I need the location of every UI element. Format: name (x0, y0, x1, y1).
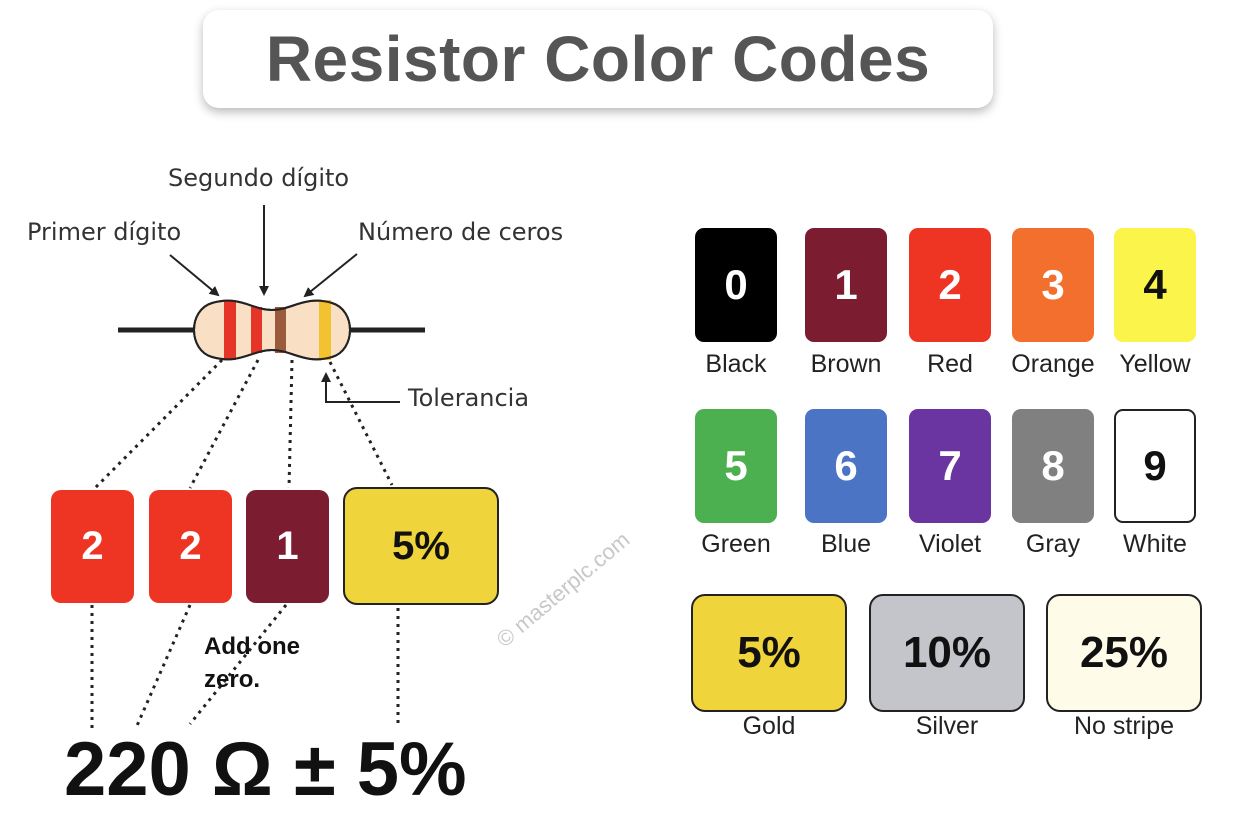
color-chip-red: 2 (909, 228, 991, 342)
arrow-first-digit (169, 254, 220, 297)
color-chip-label: Orange (1011, 350, 1095, 378)
color-chip-orange: 3 (1012, 228, 1094, 342)
label-multiplier: Número de ceros (358, 218, 564, 246)
annotation-add-zero: Add one zero. (204, 630, 300, 696)
tolerance-chip-label: Silver (915, 712, 979, 740)
example-band-box-1: 2 (51, 490, 134, 603)
example-band-box-4: 5% (343, 487, 499, 605)
arrow-multiplier (303, 253, 358, 298)
color-chip-digit: 0 (724, 261, 748, 308)
connector-band1-box (93, 358, 224, 490)
resistor-band-2 (251, 307, 262, 353)
color-chip-digit: 8 (1041, 442, 1065, 489)
color-chip-label: Violet (918, 530, 982, 558)
resistor-band-3 (275, 307, 286, 353)
color-chip-white: 9 (1114, 409, 1196, 523)
tolerance-chip-silver: 10% (869, 594, 1025, 712)
color-chip-green: 5 (695, 409, 777, 523)
color-chip-label: Green (701, 530, 771, 558)
connector-band3-box (287, 359, 294, 489)
color-chip-digit: 7 (938, 442, 962, 489)
color-chip-violet: 7 (909, 409, 991, 523)
example-band-value: 1 (276, 524, 299, 568)
color-chip-label: Black (705, 350, 767, 378)
color-chip-digit: 3 (1041, 261, 1065, 308)
tolerance-chip-value: 10% (902, 628, 992, 677)
resistor-band-1 (224, 300, 236, 360)
color-chip-blue: 6 (805, 409, 887, 523)
color-chip-digit: 5 (724, 442, 748, 489)
color-chip-label: Gray (1025, 530, 1081, 558)
color-chip-label: Yellow (1119, 350, 1191, 378)
color-chip-yellow: 4 (1114, 228, 1196, 342)
label-first-digit: Primer dígito (27, 218, 182, 246)
tolerance-chip-value: 5% (737, 628, 801, 677)
color-chip-label: Brown (810, 350, 882, 378)
connector-box2-result (134, 604, 192, 729)
label-second-digit: Segundo dígito (168, 164, 350, 192)
tolerance-chip-label: No stripe (1073, 712, 1175, 740)
annotation-line: zero. (204, 666, 261, 693)
color-chip-digit: 9 (1143, 442, 1167, 489)
color-chip-gray: 8 (1012, 409, 1094, 523)
color-chip-digit: 2 (938, 261, 962, 308)
tolerance-chip-no-stripe: 25% (1046, 594, 1202, 712)
example-band-box-3: 1 (246, 490, 329, 603)
tolerance-chip-label: Gold (742, 712, 796, 740)
color-chip-label: White (1123, 530, 1187, 558)
example-band-value: 2 (81, 524, 104, 568)
tolerance-chip-value: 25% (1079, 628, 1169, 677)
connector-band2-box (188, 359, 260, 489)
resistor-band-4 (319, 300, 331, 360)
resistance-result: 220 Ω ± 5% (64, 727, 467, 812)
color-chip-label: Red (927, 350, 973, 378)
color-chip-black: 0 (695, 228, 777, 342)
example-band-box-2: 2 (149, 490, 232, 603)
color-chip-digit: 6 (834, 442, 858, 489)
color-chip-digit: 4 (1143, 261, 1167, 308)
color-chip-label: Blue (820, 530, 872, 558)
tolerance-chip-gold: 5% (691, 594, 847, 712)
example-band-value: 5% (392, 523, 450, 568)
color-chip-digit: 1 (834, 261, 858, 308)
connector-band4-box (328, 361, 394, 486)
annotation-line: Add one (204, 633, 300, 660)
label-tolerance: Tolerancia (408, 384, 530, 412)
color-chip-brown: 1 (805, 228, 887, 342)
example-band-value: 2 (179, 524, 202, 568)
